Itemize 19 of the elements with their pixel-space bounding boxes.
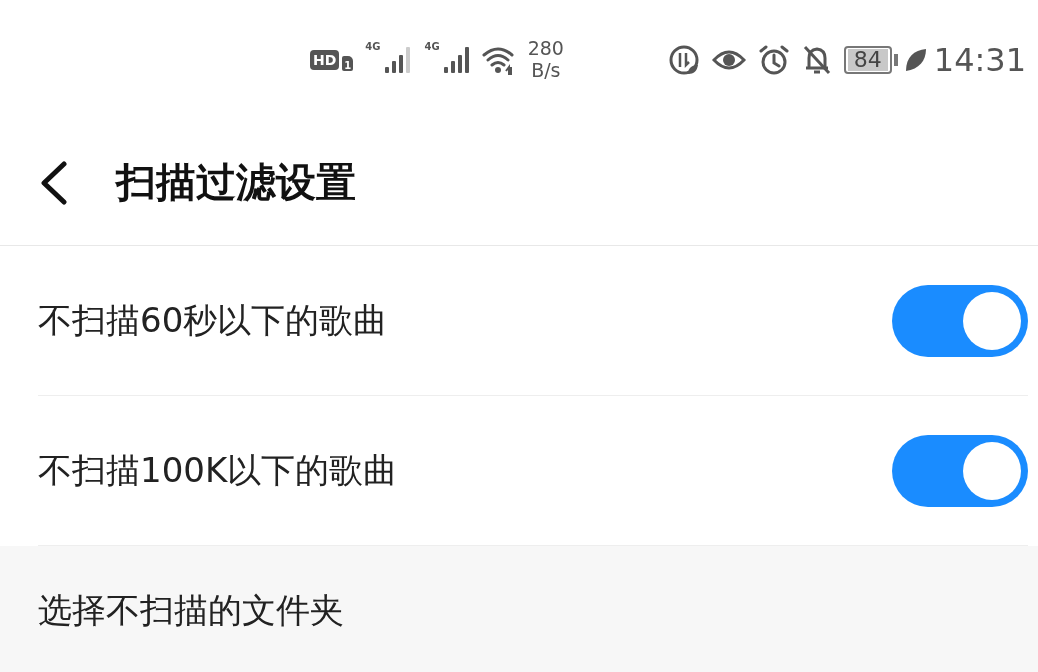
speed-value: 280 [527, 38, 564, 60]
hd-badge: HD [310, 50, 340, 70]
leaf-icon [903, 47, 928, 73]
network-type: 4G [424, 41, 440, 52]
data-saver-icon [667, 44, 700, 76]
speed-unit: B/s [531, 60, 561, 82]
folder-setting-item[interactable]: 选择不扫描的文件夹 [38, 588, 344, 634]
battery-icon: 84 [843, 46, 892, 74]
back-icon[interactable] [38, 160, 68, 205]
clock-time: 14:31 [933, 41, 1026, 79]
wifi-icon [481, 45, 516, 75]
sim-badge: 1 [342, 55, 354, 71]
muted-bell-icon [801, 44, 832, 76]
network-type: 4G [365, 41, 381, 52]
alarm-clock-icon [757, 44, 790, 76]
setting-label: 不扫描100K以下的歌曲 [38, 448, 398, 492]
eye-icon [711, 48, 746, 72]
setting-label: 不扫描60秒以下的歌曲 [38, 298, 388, 342]
page-title: 扫描过滤设置 [116, 158, 356, 207]
